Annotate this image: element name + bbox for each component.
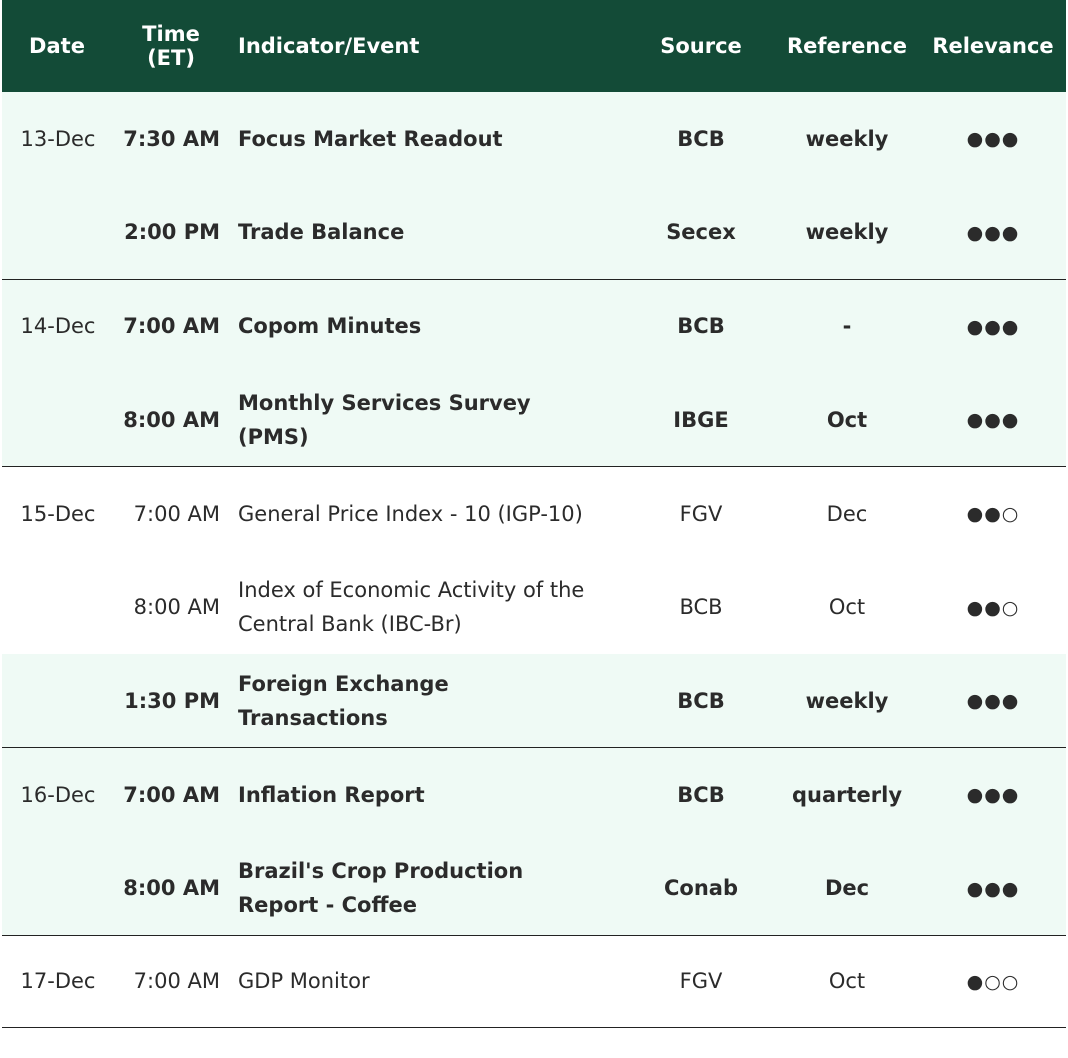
row-relevance: ●●○ [920, 560, 1066, 654]
row-time: 7:00 AM [123, 782, 220, 807]
table-row: 13-Dec 7:30 AM Focus Market Readout BCB … [2, 92, 1066, 186]
row-reference: Oct [774, 935, 920, 1028]
row-relevance: ●●○ [920, 467, 1066, 561]
row-reference: Dec [774, 841, 920, 936]
column-header-time: Time (ET) [142, 22, 200, 70]
relevance-dots-icon: ●●● [966, 877, 1020, 900]
row-indicator: Copom Minutes [238, 314, 422, 339]
column-header-source: Source [660, 34, 742, 58]
row-reference: quarterly [791, 782, 903, 807]
row-reference: weekly [774, 654, 920, 749]
row-reference: weekly [774, 185, 920, 280]
row-time: 1:30 PM [112, 654, 230, 749]
row-indicator: Inflation Report [238, 782, 425, 807]
relevance-dots-icon: ●●● [966, 784, 1020, 807]
table-row: 14-Dec 7:00 AM Copom Minutes BCB - ●●● [2, 279, 1066, 374]
row-source: Conab [628, 841, 774, 936]
row-relevance: ●●● [920, 92, 1066, 186]
column-header-indicator: Indicator/Event [238, 34, 420, 58]
row-source: BCB [677, 314, 725, 339]
relevance-dots-icon: ●●● [966, 409, 1020, 432]
row-relevance: ●●● [920, 841, 1066, 936]
row-indicator: Focus Market Readout [238, 126, 503, 151]
row-date: 17-Dec [2, 935, 112, 1028]
row-relevance: ●●● [920, 654, 1066, 749]
row-time: 8:00 AM [112, 841, 230, 936]
calendar-table: Date Time (ET) Indicator/Event Source Re… [2, 0, 1066, 1028]
row-time: 7:00 AM [112, 935, 230, 1028]
row-indicator: GDP Monitor [230, 935, 628, 1028]
row-source: FGV [679, 501, 723, 526]
economic-calendar: Date Time (ET) Indicator/Event Source Re… [0, 0, 1068, 1028]
relevance-dots-icon: ●●● [966, 221, 1020, 244]
row-reference: weekly [805, 126, 889, 151]
row-time: 8:00 AM [133, 595, 220, 620]
column-header-relevance: Relevance [932, 34, 1054, 58]
row-indicator: Trade Balance [230, 185, 628, 280]
row-time: 8:00 AM [112, 373, 230, 468]
row-reference: Dec [826, 501, 868, 526]
table-row: 16-Dec 7:00 AM Inflation Report BCB quar… [2, 747, 1066, 842]
row-relevance: ●●● [920, 279, 1066, 373]
row-date [2, 560, 112, 654]
row-relevance: ●○○ [920, 935, 1066, 1028]
row-relevance: ●●● [920, 185, 1066, 280]
row-time: 7:00 AM [123, 314, 220, 339]
relevance-dots-icon: ●○○ [966, 970, 1020, 993]
row-time: 7:30 AM [123, 126, 220, 151]
relevance-dots-icon: ●●● [966, 128, 1020, 151]
table-row: 8:00 AM Index of Economic Activity of th… [2, 560, 1066, 654]
relevance-dots-icon: ●●○ [966, 503, 1020, 526]
row-date: 15-Dec [20, 501, 96, 526]
row-indicator: General Price Index - 10 (IGP-10) [238, 501, 583, 526]
row-source: FGV [628, 935, 774, 1028]
table-row: 15-Dec 7:00 AM General Price Index - 10 … [2, 467, 1066, 561]
column-header-date: Date [29, 34, 85, 58]
row-time: 7:00 AM [133, 501, 220, 526]
table-row: 8:00 AM Monthly Services Survey (PMS) IB… [2, 373, 1066, 468]
row-reference: - [842, 314, 852, 339]
row-date [2, 841, 112, 936]
relevance-dots-icon: ●●● [966, 690, 1020, 713]
row-indicator: Index of Economic Activity of the Centra… [238, 578, 585, 637]
table-row: 17-Dec 7:00 AM GDP Monitor FGV Oct ●○○ [2, 935, 1066, 1028]
row-source: BCB [677, 782, 725, 807]
header-row: Date Time (ET) Indicator/Event Source Re… [2, 0, 1066, 92]
table-row: 8:00 AM Brazil's Crop Production Report … [2, 841, 1066, 936]
row-source: BCB [677, 126, 725, 151]
row-relevance: ●●● [920, 748, 1066, 842]
column-header-reference: Reference [786, 34, 908, 58]
row-reference: Oct [774, 373, 920, 468]
table-header: Date Time (ET) Indicator/Event Source Re… [2, 0, 1066, 92]
row-date: 16-Dec [20, 782, 96, 807]
row-date [2, 185, 112, 280]
row-time: 2:00 PM [112, 185, 230, 280]
row-source: IBGE [628, 373, 774, 468]
table-body: 13-Dec 7:30 AM Focus Market Readout BCB … [2, 92, 1066, 1028]
row-date: 14-Dec [20, 314, 96, 339]
table-row: 2:00 PM Trade Balance Secex weekly ●●● [2, 185, 1066, 280]
row-indicator: Monthly Services Survey (PMS) [230, 373, 628, 468]
relevance-dots-icon: ●●○ [966, 596, 1020, 619]
row-relevance: ●●● [920, 373, 1066, 468]
row-source: BCB [679, 595, 723, 620]
relevance-dots-icon: ●●● [966, 315, 1020, 338]
row-indicator: Brazil's Crop Production Report - Coffee [230, 841, 628, 936]
table-row: 1:30 PM Foreign Exchange Transactions BC… [2, 654, 1066, 749]
row-indicator: Foreign Exchange Transactions [230, 654, 628, 749]
row-reference: Oct [828, 595, 866, 620]
row-source: Secex [628, 185, 774, 280]
row-date [2, 373, 112, 468]
row-date [2, 654, 112, 749]
row-source: BCB [628, 654, 774, 749]
row-date: 13-Dec [20, 126, 96, 151]
